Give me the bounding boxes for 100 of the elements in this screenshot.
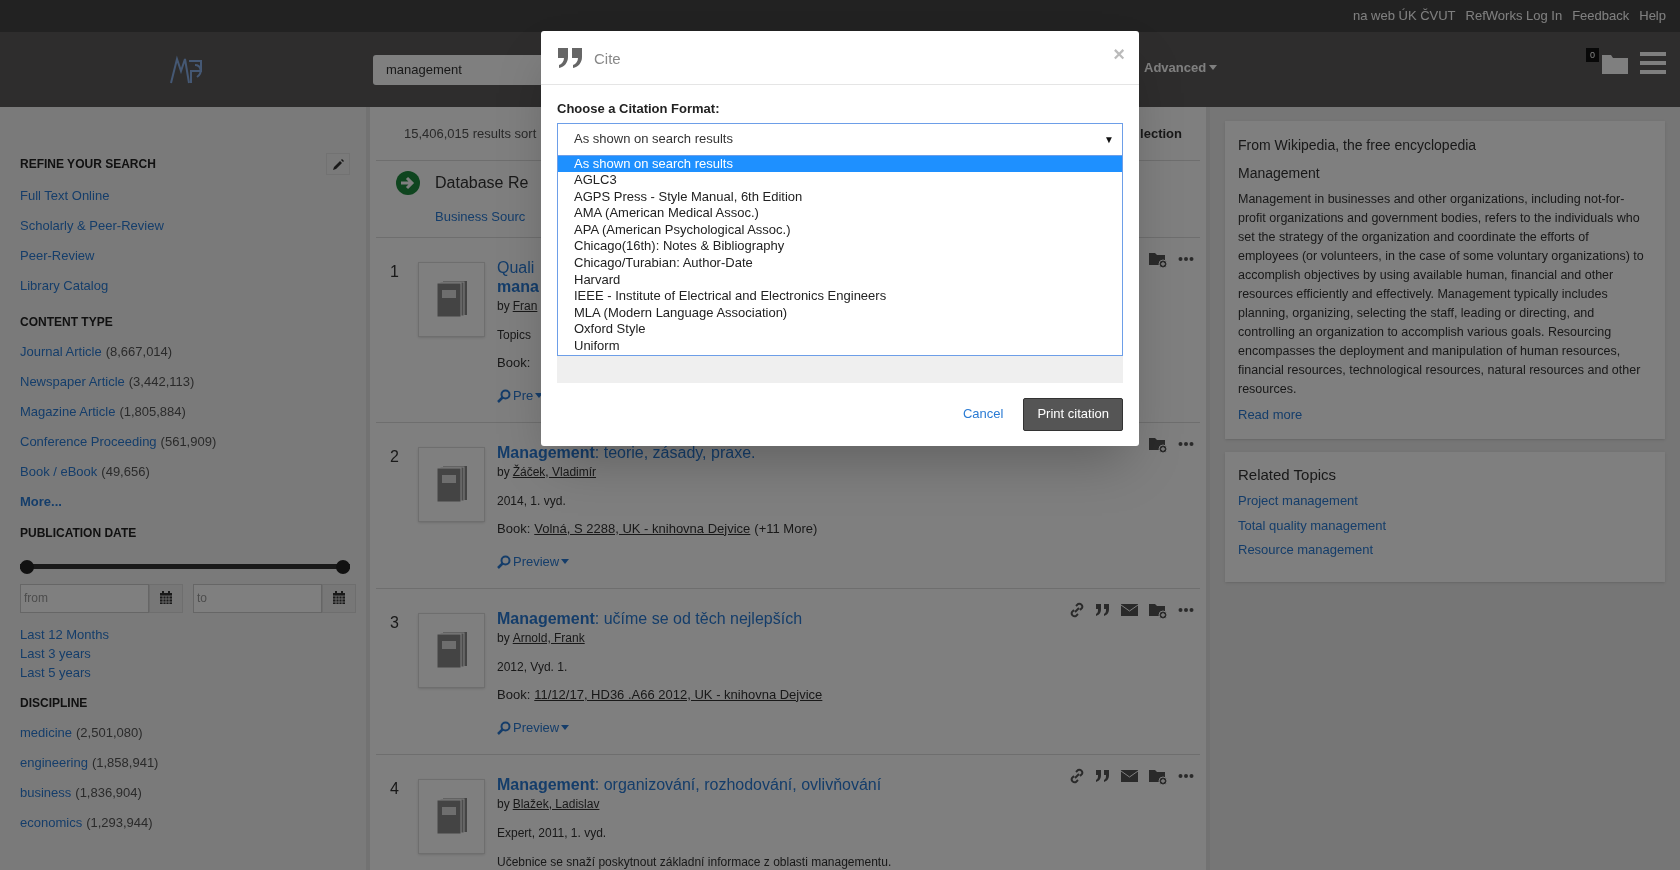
quote-icon[interactable] [1095, 768, 1111, 783]
author-label: by [497, 297, 510, 315]
citation-format-select[interactable]: As shown on search results ▼ [557, 122, 1123, 156]
magnifier-icon [497, 554, 511, 569]
quote-icon[interactable] [1095, 602, 1111, 617]
print-citation-button[interactable]: Print citation [1023, 397, 1123, 431]
author-link[interactable]: Fran [512, 296, 538, 315]
result-number: 1 [389, 261, 400, 282]
result-detail: 2014, 1. vyd. [497, 492, 567, 510]
related-topic-link[interactable]: Project management [1238, 491, 1358, 511]
date-filter-link[interactable]: Last 12 Months [20, 624, 109, 644]
format-option[interactable]: Chicago/Turabian: Author-Date [558, 255, 1122, 272]
close-button[interactable]: × [1113, 39, 1125, 69]
link-icon[interactable] [1069, 601, 1085, 618]
facet-count: (1,858,941) [91, 753, 159, 772]
selection-link[interactable]: lection [1140, 123, 1182, 144]
database-link[interactable]: Business Sourc [435, 207, 529, 227]
mail-icon[interactable] [1121, 603, 1138, 616]
facet-link[interactable]: medicine [20, 722, 73, 743]
related-topic-link[interactable]: Total quality management [1238, 515, 1387, 535]
result-detail: Topics [497, 326, 532, 344]
format-option[interactable]: AMA (American Medical Assoc.) [558, 205, 1122, 222]
facet-link[interactable]: business [20, 782, 72, 803]
more-link[interactable]: More... [20, 492, 62, 512]
date-range-slider[interactable] [20, 559, 350, 574]
caret-icon [1209, 65, 1218, 71]
field-label: Choose a Citation Format: [557, 100, 721, 118]
facet-link[interactable]: Conference Proceeding [20, 432, 157, 452]
result-detail: Učebnice se snaží poskytnout základní informace z oblasti managementu. [497, 853, 892, 870]
facet-count: (1,293,944) [86, 813, 153, 832]
author-link[interactable]: Blažek, Ladislav [512, 794, 600, 813]
top-link[interactable]: RefWorks Log In [1465, 6, 1563, 26]
result-detail: Expert, 2011, 1. vyd. [497, 824, 608, 842]
facet-count: (1,805,884) [119, 403, 186, 422]
result-title-link[interactable]: mana [497, 276, 544, 296]
preview-button[interactable]: Preview [497, 718, 570, 738]
format-option[interactable]: IEEE - Institute of Electrical and Electronics Engineers [558, 288, 1122, 305]
facet-link[interactable]: engineering [20, 752, 88, 773]
facet-link[interactable]: Peer-Review [20, 246, 95, 266]
more-icon[interactable] [1178, 255, 1194, 262]
edit-button[interactable] [326, 153, 350, 175]
book-icon [436, 798, 467, 834]
section-heading: REFINE YOUR SEARCH [20, 156, 156, 173]
slider-handle[interactable] [20, 559, 34, 574]
top-link[interactable]: na web ÚK ČVUT [1352, 6, 1456, 26]
facet-link[interactable]: Newspaper Article [20, 372, 125, 392]
facet-link[interactable]: Magazine Article [20, 402, 116, 422]
result-title-link[interactable]: Quali [497, 257, 544, 277]
facet-link[interactable]: Library Catalog [20, 276, 109, 296]
top-link[interactable]: Help [1639, 6, 1666, 26]
wikipedia-source: From Wikipedia, the free encyclopedia [1238, 136, 1478, 155]
result-title-link[interactable]: Management: organizování, rozhodování, ovlivňování [497, 774, 892, 794]
author-link[interactable]: Žáček, Vladimír [512, 462, 597, 481]
format-option[interactable]: AGLC3 [558, 172, 1122, 189]
format-option[interactable]: MLA (Modern Language Association) [558, 304, 1122, 322]
slider-handle[interactable] [336, 559, 350, 574]
more-icon[interactable] [1178, 440, 1194, 447]
result-number: 2 [389, 446, 400, 467]
mail-icon[interactable] [1121, 769, 1138, 782]
holding-link[interactable]: Volná, S 2288, UK - knihovna Dejvice [534, 518, 751, 538]
wikipedia-summary: Management in businesses and other organizations, including not-for-profit organizations and government bodies, refers to the individuals who set the strategy of the organization and coordinate the efforts of employees (or volunteers, in the case of some voluntary organizations) to accomplish objectives by using available human, financial and other resources efficiently and effectively. Management typically includes planning, organizing, selecting the staff, leading or directing, and controlling an organization to accomplish various goals. Resourcing encompasses the deployment and manipulation of human resources, financial resources, technological resources, natural resources and other resources. [1238, 191, 1645, 398]
format-label: Book: [497, 353, 531, 372]
format-option[interactable]: Harvard [558, 271, 1122, 289]
facet-link[interactable]: Scholarly & Peer-Review [20, 216, 164, 236]
folder-icon[interactable] [1602, 52, 1628, 74]
magnifier-icon [497, 388, 511, 403]
link-icon[interactable] [1069, 767, 1085, 784]
format-option[interactable]: Oxford Style [558, 321, 1122, 339]
preview-button[interactable]: Pre [497, 386, 544, 406]
related-topic-link[interactable]: Resource management [1238, 540, 1374, 560]
facet-link[interactable]: Book / eBook [20, 462, 98, 482]
format-option[interactable]: Chicago(16th): Notes & Bibliography [558, 238, 1122, 256]
facet-link[interactable]: Full Text Online [20, 186, 110, 206]
book-icon [436, 281, 467, 317]
date-filter-link[interactable]: Last 3 years [20, 643, 91, 663]
format-option[interactable]: Uniform [558, 338, 1122, 355]
date-filter-link[interactable]: Last 5 years [20, 662, 91, 682]
author-link[interactable]: Arnold, Frank [512, 628, 585, 647]
result-title-link[interactable]: Management: teorie, zásady, praxe. [497, 442, 818, 462]
quote-icon [557, 46, 583, 69]
preview-button[interactable]: Preview [497, 552, 570, 572]
result-detail: 2012, Vyd. 1. [497, 658, 569, 676]
dropdown-caret: ▼ [1104, 132, 1114, 147]
more-icon[interactable] [1178, 606, 1194, 613]
top-link[interactable]: Feedback [1572, 6, 1630, 26]
holding-link[interactable]: 11/12/17, HD36 .A66 2012, UK - knihovna Dejvice [534, 684, 823, 704]
facet-link[interactable]: Journal Article [20, 342, 102, 362]
result-title-link[interactable]: Management: učíme se od těch nejlepších [497, 608, 823, 628]
database-heading: Database Re [435, 173, 529, 193]
menu-icon[interactable] [1640, 52, 1666, 74]
author-label: by [497, 463, 510, 481]
advanced-search-button[interactable]: Advanced [1144, 58, 1218, 78]
cancel-button[interactable]: Cancel [963, 404, 1004, 424]
pencil-icon [332, 158, 344, 170]
facet-link[interactable]: economics [20, 812, 83, 833]
read-more-link[interactable]: Read more [1238, 405, 1303, 425]
more-icon[interactable] [1178, 772, 1194, 779]
format-label: Book: [497, 685, 531, 704]
format-option[interactable]: APA (American Psychological Assoc.) [558, 221, 1122, 239]
format-option[interactable]: AGPS Press - Style Manual, 6th Edition [558, 188, 1122, 206]
